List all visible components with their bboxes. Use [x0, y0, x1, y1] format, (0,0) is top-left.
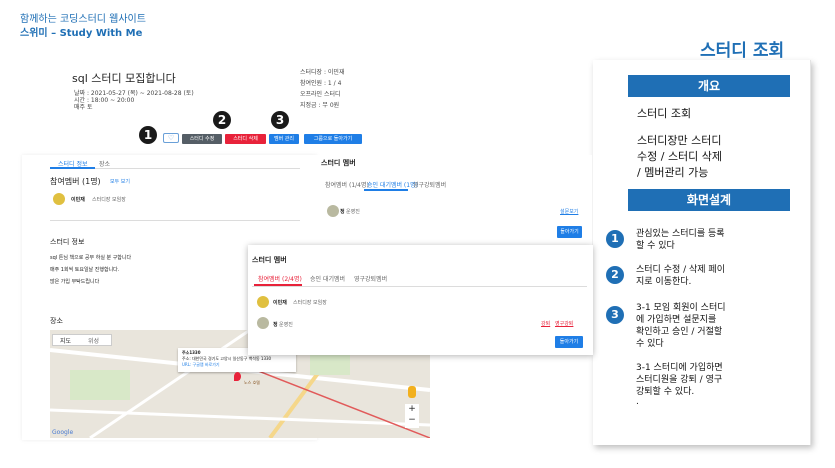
member-name: 이민재	[71, 197, 85, 203]
street-view-pegman-icon[interactable]	[408, 386, 416, 398]
pending-role: 운영진	[346, 209, 360, 215]
pop-member1-avatar	[257, 296, 269, 308]
item3-line7: 강퇴할 수 있다.	[636, 387, 695, 397]
item3-line2: 에 가입하면 설문지를	[636, 315, 717, 325]
study-title: sql 스터디 모집합니다	[72, 72, 176, 85]
pending-name: 정	[340, 209, 345, 215]
overview-line3: 수정 / 스터디 삭제	[637, 150, 723, 163]
member-avatar	[53, 193, 65, 205]
mid-title: 스터디 멤버	[321, 159, 356, 167]
place-title: 장소	[50, 317, 63, 325]
item1-line2: 할 수 있다	[636, 241, 675, 251]
description-panel	[593, 60, 811, 445]
pop-member2-name: 정	[273, 322, 278, 328]
back-to-group-button[interactable]: 그룹으로 돌아가기	[304, 134, 362, 144]
pop-tab-banned[interactable]: 영구강퇴멤버	[354, 274, 387, 283]
pop-back-button[interactable]: 돌아가기	[555, 336, 583, 348]
permanent-kick-link[interactable]: 영구강퇴	[555, 320, 573, 327]
item2-line1: 스터디 수정 / 삭제 페이	[636, 265, 725, 275]
study-place: 지정금 : 무 0원	[300, 102, 340, 109]
members-see-all-link[interactable]: 모두 보기	[110, 178, 130, 185]
mid-back-button[interactable]: 돌아가기	[557, 226, 582, 238]
mid-tab-banned[interactable]: 영구강퇴멤버	[413, 180, 446, 189]
pending-avatar	[327, 205, 339, 217]
marker-2: 2	[213, 111, 231, 129]
overview-line4: / 멤버관리 가능	[637, 166, 709, 179]
study-days: 매주 토	[74, 104, 93, 111]
map-landmark-label: 노스 호텔	[244, 380, 260, 385]
overview-header: 개요	[628, 75, 790, 97]
edit-study-button[interactable]: 스터디 수정	[182, 134, 222, 144]
pop-member2-avatar	[257, 317, 269, 329]
map-info-link[interactable]: URL: 구글맵 바로가기	[182, 362, 220, 368]
pop-tab-pending[interactable]: 승인 대기멤버	[310, 274, 345, 283]
section-divider	[50, 220, 300, 221]
info-line2: 매주 1회씩 토요일날 진행합니다.	[50, 267, 120, 273]
study-mode: 오프라인 스터디	[300, 91, 341, 98]
pop-title: 스터디 멤버	[252, 256, 287, 264]
map-tab-satellite[interactable]: 위성	[88, 336, 99, 345]
like-heart-icon[interactable]: ♡	[163, 133, 179, 143]
study-leader: 스터디장 : 이민재	[300, 69, 345, 76]
pop-divider	[252, 286, 587, 287]
members-title: 참여멤버 (1명)	[50, 177, 101, 186]
item3-line6: 스터디원을 강퇴 / 영구	[636, 375, 723, 385]
mid-tab-members[interactable]: 참여멤버 (1/4명)	[325, 180, 369, 189]
mid-tab-pending[interactable]: 승인 대기멤버 (1명)	[367, 180, 418, 189]
item3-line5: 3-1 스터디에 가입하면	[636, 363, 723, 373]
item3-line8: .	[636, 397, 639, 407]
info-line3: 많은 가입 부탁드립니다	[50, 279, 100, 285]
pending-members-screenshot	[317, 155, 592, 245]
page-title: 스터디 조회	[700, 41, 785, 61]
study-members: 참여인원 : 1 / 4	[300, 80, 342, 87]
marker-1: 1	[139, 126, 157, 144]
item3-line3: 확인하고 승인 / 거절할	[636, 327, 723, 337]
callout-number-2: 2	[606, 266, 624, 284]
overview-line2: 스터디장만 스터디	[637, 134, 722, 147]
brand-title: 스위미 – Study With Me	[20, 28, 143, 39]
info-title: 스터디 정보	[50, 238, 85, 246]
item1-line1: 관심있는 스터디를 등록	[636, 229, 725, 239]
callout-number-1: 1	[606, 230, 624, 248]
view-survey-link[interactable]: 설문보기	[560, 208, 578, 215]
map-tab-map[interactable]: 지도	[60, 336, 71, 345]
callout-number-3: 3	[606, 306, 624, 324]
mid-active-tab-underline	[364, 189, 408, 191]
tab-place[interactable]: 장소	[99, 159, 110, 168]
active-tab-underline	[50, 167, 95, 169]
pop-member1-name: 이민재	[273, 300, 287, 306]
item2-line2: 지로 이동한다.	[636, 277, 692, 287]
pop-member2-role: 운영진	[279, 322, 293, 328]
brand-subtitle: 함께하는 코딩스터디 웹사이트	[20, 14, 146, 25]
zoom-controls[interactable]: + −	[405, 404, 419, 428]
design-header: 화면설계	[628, 189, 790, 211]
member-role: 스터디장 모임장	[92, 197, 126, 203]
google-logo: Google	[52, 429, 74, 436]
pop-tab-members[interactable]: 참여멤버 (2/4명)	[258, 274, 302, 283]
delete-study-button[interactable]: 스터디 삭제	[225, 134, 266, 144]
marker-3: 3	[271, 111, 289, 129]
info-line1: sql 튼님 책으로 공부 하실 분 구합니다	[50, 255, 132, 261]
item3-line4: 수 있다	[636, 339, 664, 349]
overview-line1: 스터디 조회	[637, 107, 692, 120]
pop-member1-role: 스터디장 모임장	[293, 300, 327, 306]
manage-members-button[interactable]: 멤버 관리	[269, 134, 299, 144]
map-pin-icon[interactable]	[234, 372, 241, 381]
kick-link[interactable]: 강퇴	[541, 320, 550, 327]
item3-line1: 3-1 모임 회원이 스터디	[636, 303, 726, 313]
